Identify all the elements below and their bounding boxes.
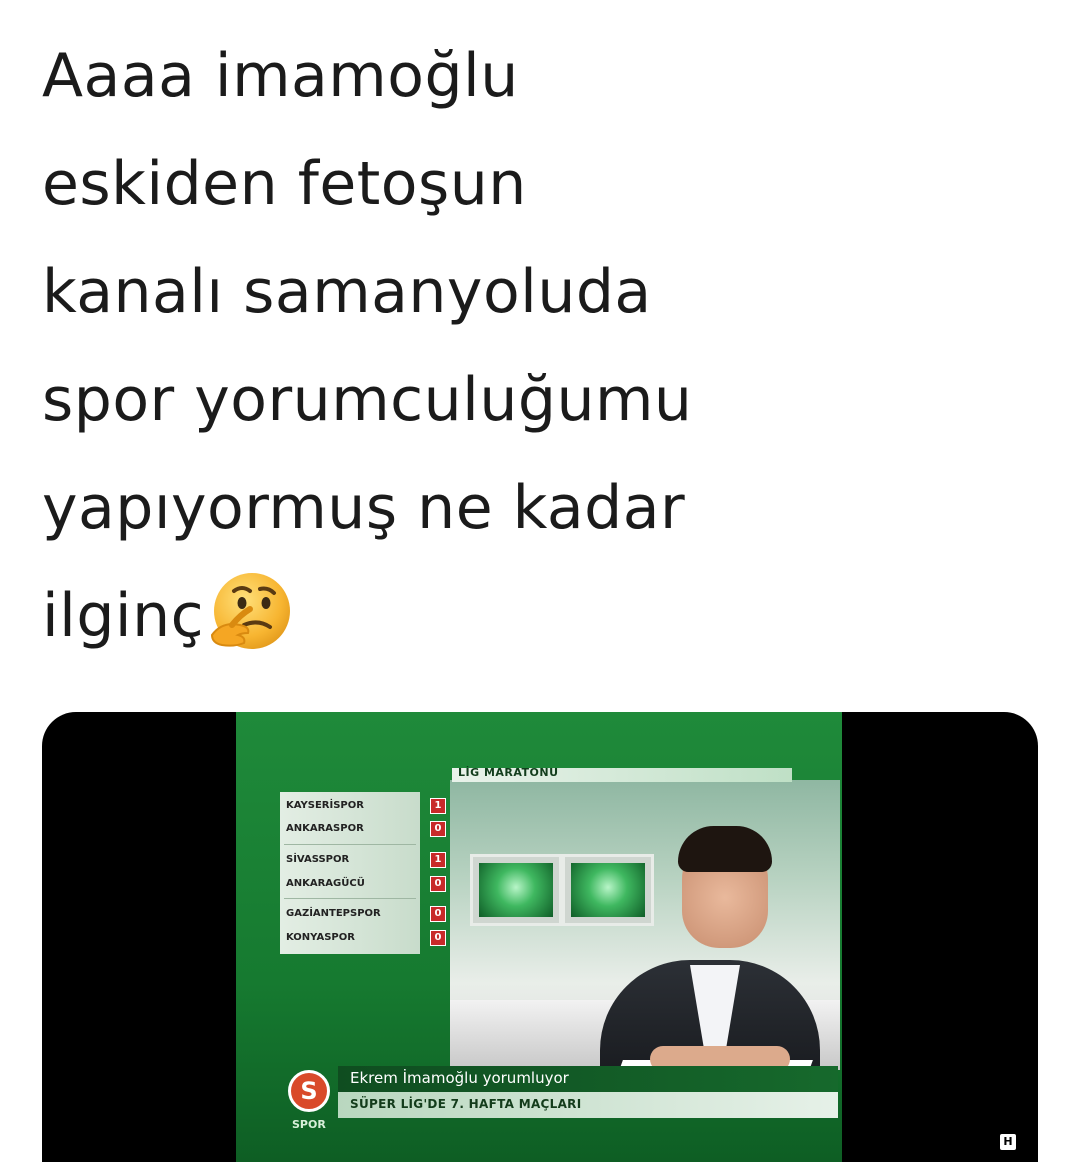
program-title: LİG MARATONU	[458, 766, 559, 779]
presenter-hair	[678, 826, 772, 872]
channel-logo-text: SPOR	[292, 1118, 326, 1131]
team-name: KONYASPOR	[286, 932, 355, 943]
watermark-badge: H	[1000, 1134, 1016, 1150]
program-subtitle: SÜPER LİG'DE 7. HAFTA MAÇLARI	[350, 1097, 582, 1111]
video-frame[interactable]: LİG MARATONU KAYSERİSPOR 1 ANKARASPOR 0 …	[42, 712, 1038, 1162]
caption-last-line: ilginç	[42, 562, 1042, 670]
lower-third: Ekrem İmamoğlu yorumluyor SÜPER LİG'DE 7…	[288, 1062, 838, 1132]
tv-screen: LİG MARATONU KAYSERİSPOR 1 ANKARASPOR 0 …	[236, 712, 842, 1162]
caption-line: Aaaa imamoğlu	[42, 41, 519, 111]
studio-monitor	[562, 854, 654, 926]
studio-background	[450, 780, 840, 1070]
post-caption: Aaaa imamoğlu eskiden fetoşun kanalı sam…	[42, 22, 1042, 670]
scoreboard-panel	[280, 792, 420, 954]
presenter-name: Ekrem İmamoğlu yorumluyor	[350, 1069, 569, 1087]
score-box: 0	[430, 906, 446, 922]
channel-logo: S	[288, 1070, 330, 1112]
caption-line: eskiden fetoşun	[42, 149, 527, 219]
team-name: KAYSERİSPOR	[286, 800, 364, 811]
thinking-face-icon	[211, 573, 291, 650]
divider	[284, 898, 416, 899]
scoreboard: KAYSERİSPOR 1 ANKARASPOR 0 SİVASSPOR 1 A…	[280, 792, 450, 954]
team-name: SİVASSPOR	[286, 854, 350, 865]
score-box: 0	[430, 876, 446, 892]
score-box: 1	[430, 798, 446, 814]
score-box: 0	[430, 930, 446, 946]
score-box: 1	[430, 852, 446, 868]
caption-line: spor yorumculuğumu	[42, 365, 693, 435]
caption-line: kanalı samanyoluda	[42, 257, 652, 327]
caption-line: yapıyormuş ne kadar	[42, 473, 686, 543]
score-box: 0	[430, 821, 446, 837]
divider	[284, 844, 416, 845]
team-name: ANKARAGÜCÜ	[286, 878, 365, 889]
team-name: ANKARASPOR	[286, 823, 364, 834]
caption-line: ilginç	[42, 581, 205, 651]
studio-monitor	[470, 854, 562, 926]
team-name: GAZİANTEPSPOR	[286, 908, 381, 919]
